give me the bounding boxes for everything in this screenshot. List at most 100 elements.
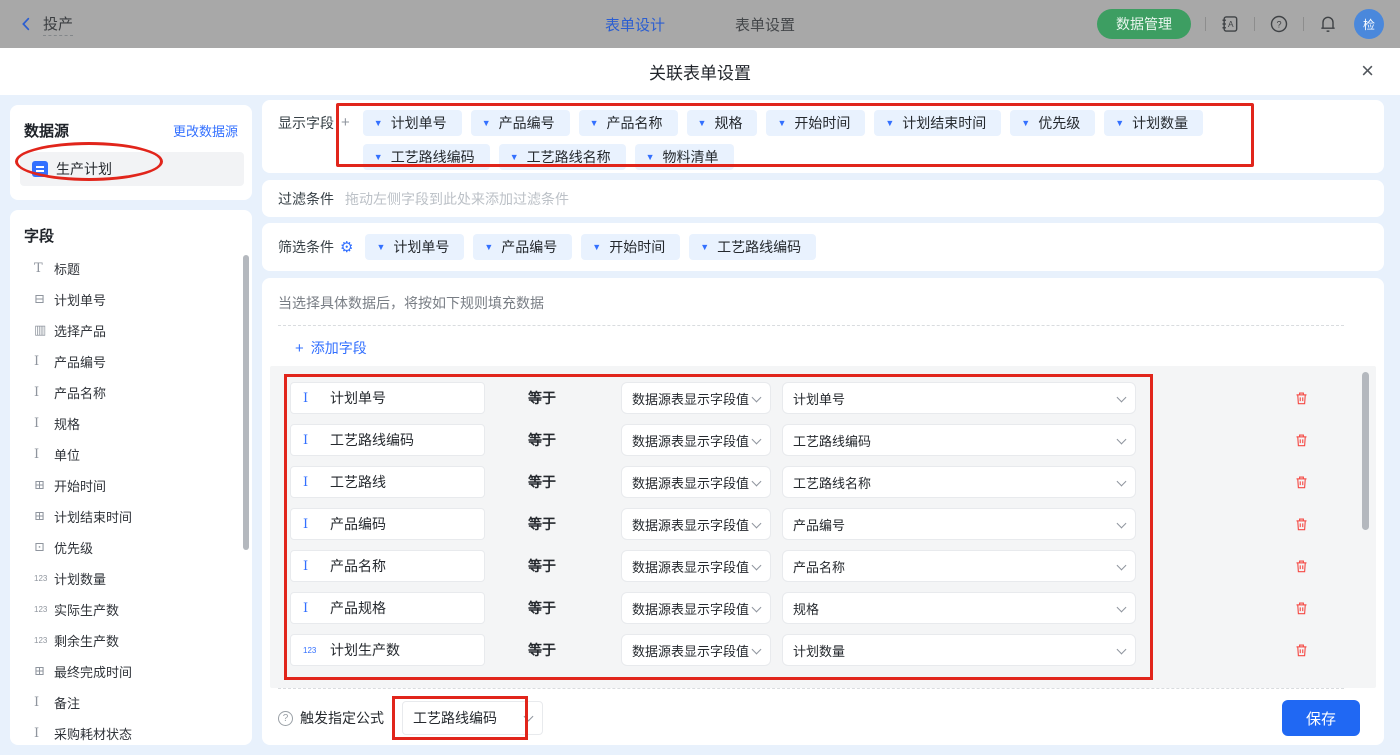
filter-drop-placeholder[interactable]: 拖动左侧字段到此处来添加过滤条件 [345, 189, 569, 209]
rule-field-input[interactable]: I 工艺路线编码 [290, 424, 485, 456]
sidebar-field-label: 实际生产数 [54, 603, 120, 618]
chevron-down-icon: ▼ [885, 118, 895, 128]
delete-row-button[interactable] [1294, 600, 1309, 616]
tab-form-design[interactable]: 表单设计 [605, 14, 665, 35]
divider [278, 325, 1344, 326]
sidebar-field-item[interactable]: ⊡ 优先级 [10, 532, 252, 563]
tab-form-settings[interactable]: 表单设置 [735, 14, 795, 35]
data-manage-button[interactable]: 数据管理 [1097, 9, 1191, 39]
display-field-chip[interactable]: ▼ 计划数量 [1104, 110, 1204, 136]
help-icon[interactable]: ? [278, 710, 293, 726]
rule-field-input[interactable]: I 计划单号 [290, 382, 485, 414]
delete-row-button[interactable] [1294, 516, 1309, 532]
sidebar-field-item[interactable]: I 单位 [10, 439, 252, 470]
rule-source-select[interactable]: 数据源表显示字段值 [621, 634, 771, 666]
rule-field-input[interactable]: I 产品编码 [290, 508, 485, 540]
notification-bell-icon[interactable] [1318, 14, 1338, 34]
rule-field-input[interactable]: I 产品规格 [290, 592, 485, 624]
top-navbar: 投产 表单设计 表单设置 数据管理 A ? 检 [0, 0, 1400, 48]
rule-field-input[interactable]: 123 计划生产数 [290, 634, 485, 666]
chevron-down-icon [751, 392, 762, 403]
rule-source-value: 数据源表显示字段值 [632, 475, 750, 491]
chip-label: 物料清单 [662, 149, 719, 165]
gear-icon[interactable]: ⚙ [340, 238, 353, 256]
help-icon[interactable]: ? [1269, 14, 1289, 34]
datasource-item[interactable]: 生产计划 [20, 152, 244, 186]
display-field-chip[interactable]: ▼ 物料清单 [634, 144, 734, 170]
rule-source-select[interactable]: 数据源表显示字段值 [621, 508, 771, 540]
rules-scrollbar[interactable] [1362, 372, 1369, 530]
display-field-chip[interactable]: ▼ 规格 [686, 110, 758, 136]
rule-value-label: 规格 [793, 601, 820, 617]
sidebar-field-item[interactable]: ▥ 选择产品 [10, 315, 252, 346]
rule-value-label: 工艺路线编码 [793, 433, 872, 449]
display-field-chips: ▼ 计划单号 ▼ 产品编号 ▼ 产品名称 ▼ 规格 ▼ 开始时间 ▼ 计划结束时… [362, 110, 1278, 170]
display-field-chip[interactable]: ▼ 工艺路线名称 [498, 144, 626, 170]
rule-source-select[interactable]: 数据源表显示字段值 [621, 592, 771, 624]
rule-field-label: 产品规格 [330, 600, 386, 616]
display-field-chip[interactable]: ▼ 开始时间 [766, 110, 866, 136]
rule-field-input[interactable]: I 产品名称 [290, 550, 485, 582]
delete-row-button[interactable] [1294, 474, 1309, 490]
screening-field-chip[interactable]: ▼ 产品编号 [473, 234, 573, 260]
display-field-chip[interactable]: ▼ 计划结束时间 [874, 110, 1002, 136]
trash-icon [1296, 476, 1307, 489]
chevron-down-icon: ▼ [484, 242, 494, 252]
screening-field-chip[interactable]: ▼ 开始时间 [581, 234, 681, 260]
contacts-book-icon[interactable]: A [1220, 14, 1240, 34]
sidebar-field-item[interactable]: I 产品名称 [10, 377, 252, 408]
divider [278, 688, 1344, 689]
rule-source-select[interactable]: 数据源表显示字段值 [621, 382, 771, 414]
close-icon[interactable]: × [1361, 57, 1374, 85]
delete-row-button[interactable] [1294, 432, 1309, 448]
sidebar-field-item[interactable]: I 备注 [10, 687, 252, 718]
delete-row-button[interactable] [1294, 642, 1309, 658]
add-field-button[interactable]: + 添加字段 [295, 338, 367, 358]
sidebar-field-item[interactable]: 123 计划数量 [10, 563, 252, 594]
sidebar-field-item[interactable]: I 采购耗材状态 [10, 718, 252, 745]
fill-rules-card: 当选择具体数据后，将按如下规则填充数据 + 添加字段 I 计划单号 等于 数据源… [262, 278, 1384, 745]
rule-row: I 工艺路线编码 等于 数据源表显示字段值 工艺路线编码 [290, 424, 1376, 456]
rule-value-select[interactable]: 工艺路线名称 [782, 466, 1136, 498]
rule-source-select[interactable]: 数据源表显示字段值 [621, 550, 771, 582]
sidebar-scrollbar[interactable] [243, 255, 249, 550]
sidebar-field-item[interactable]: ⊞ 开始时间 [10, 470, 252, 501]
sidebar-field-item[interactable]: ⊟ 计划单号 [10, 284, 252, 315]
sidebar-field-item[interactable]: 123 实际生产数 [10, 594, 252, 625]
rule-field-input[interactable]: I 工艺路线 [290, 466, 485, 498]
rule-value-select[interactable]: 工艺路线编码 [782, 424, 1136, 456]
delete-row-button[interactable] [1294, 390, 1309, 406]
chevron-down-icon [1116, 644, 1127, 655]
sidebar-field-item[interactable]: I 规格 [10, 408, 252, 439]
save-button[interactable]: 保存 [1282, 700, 1360, 736]
screening-field-chip[interactable]: ▼ 工艺路线编码 [689, 234, 817, 260]
rule-value-label: 产品编号 [793, 517, 846, 533]
sidebar-field-item[interactable]: I 产品编号 [10, 346, 252, 377]
trash-icon [1296, 560, 1307, 573]
screening-field-chip[interactable]: ▼ 计划单号 [365, 234, 465, 260]
rule-value-select[interactable]: 计划数量 [782, 634, 1136, 666]
sidebar-field-item[interactable]: ⊞ 计划结束时间 [10, 501, 252, 532]
rule-source-select[interactable]: 数据源表显示字段值 [621, 424, 771, 456]
trigger-formula-select[interactable]: 工艺路线编码 [402, 701, 543, 735]
rule-row: I 工艺路线 等于 数据源表显示字段值 工艺路线名称 [290, 466, 1376, 498]
add-display-field-icon[interactable]: + [341, 110, 350, 136]
rule-value-select[interactable]: 产品编号 [782, 508, 1136, 540]
sidebar-field-item[interactable]: 123 剩余生产数 [10, 625, 252, 656]
change-datasource-link[interactable]: 更改数据源 [173, 121, 238, 140]
delete-row-button[interactable] [1294, 558, 1309, 574]
rule-value-select[interactable]: 规格 [782, 592, 1136, 624]
display-field-chip[interactable]: ▼ 优先级 [1010, 110, 1096, 136]
user-avatar[interactable]: 检 [1354, 9, 1384, 39]
sidebar-field-item[interactable]: ⊞ 最终完成时间 [10, 656, 252, 687]
display-field-chip[interactable]: ▼ 工艺路线编码 [362, 144, 490, 170]
rule-value-select[interactable]: 产品名称 [782, 550, 1136, 582]
rule-value-select[interactable]: 计划单号 [782, 382, 1136, 414]
display-field-chip[interactable]: ▼ 产品名称 [578, 110, 678, 136]
rule-source-select[interactable]: 数据源表显示字段值 [621, 466, 771, 498]
text-field-icon: I [303, 390, 309, 406]
sidebar-field-item[interactable]: T 标题 [10, 253, 252, 284]
display-field-chip[interactable]: ▼ 产品编号 [470, 110, 570, 136]
display-field-chip[interactable]: ▼ 计划单号 [362, 110, 462, 136]
trigger-formula-value: 工艺路线编码 [413, 710, 497, 726]
